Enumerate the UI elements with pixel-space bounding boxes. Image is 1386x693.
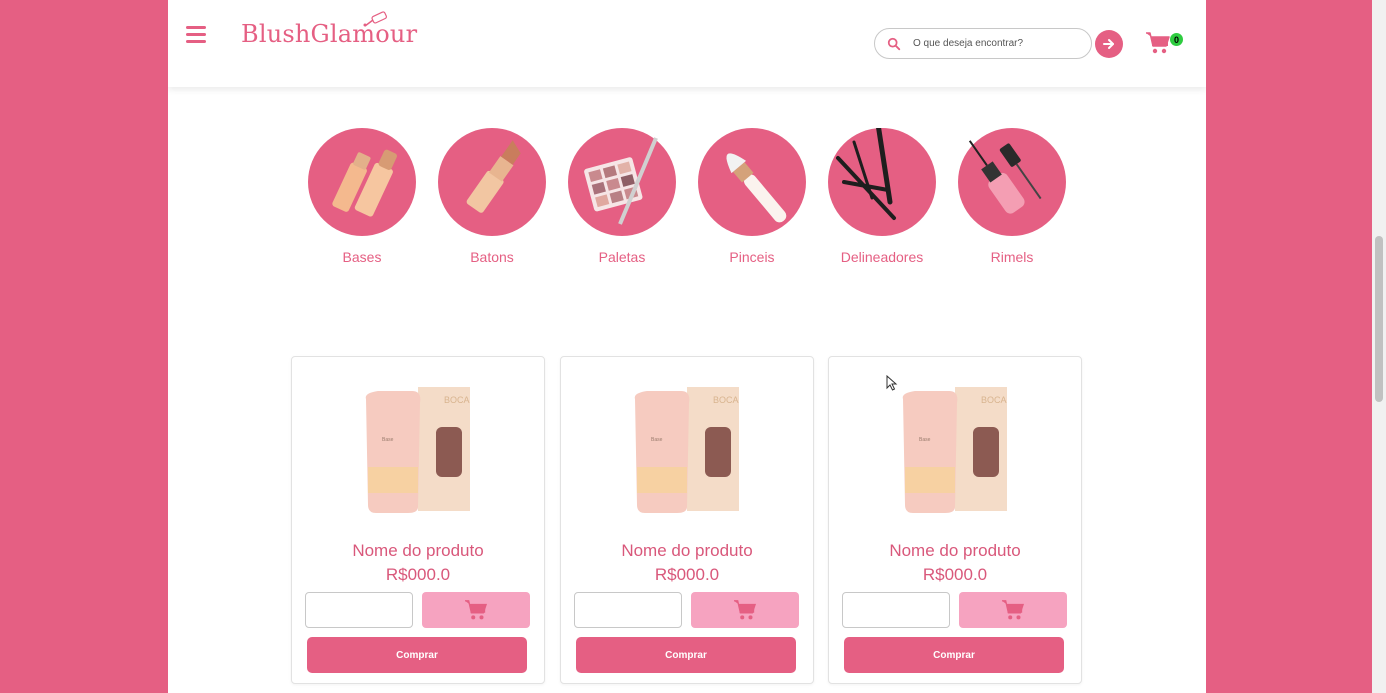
eyeliner-icon: [836, 121, 896, 220]
product-name: Nome do produto: [621, 541, 753, 560]
svg-text:BOCA: BOCA: [713, 395, 739, 405]
product-image: BOCA Base: [902, 387, 1007, 513]
product-name: Nome do produto: [352, 541, 484, 560]
quantity-input[interactable]: [305, 592, 413, 628]
category-rimels[interactable]: Rimels: [958, 128, 1066, 265]
brush-icon: [363, 11, 387, 27]
category-image: [568, 128, 676, 236]
shopping-cart-icon: [1002, 600, 1025, 620]
product-price: R$000.0: [385, 565, 451, 584]
product-image: BOCA Base: [634, 387, 739, 513]
category-paletas[interactable]: Paletas: [568, 128, 676, 265]
svg-text:Base: Base: [919, 437, 931, 443]
category-label: Rimels: [990, 249, 1034, 265]
buy-button[interactable]: Comprar: [576, 637, 796, 673]
scrollbar-thumb[interactable]: [1375, 236, 1383, 402]
palette-icon: [584, 137, 658, 225]
search-input[interactable]: [911, 37, 1085, 50]
category-label: Pinceis: [729, 249, 775, 265]
product-card: BOCA Base Nome do produto R$000.0 Compra…: [560, 356, 814, 684]
buy-button[interactable]: Comprar: [844, 637, 1064, 673]
category-image: [958, 128, 1066, 236]
add-to-cart-button[interactable]: [959, 592, 1067, 628]
category-label: Bases: [342, 249, 382, 265]
add-to-cart-button[interactable]: [422, 592, 530, 628]
search-bar: [874, 28, 1092, 59]
search-icon: [887, 37, 901, 50]
logo[interactable]: BlushGlamour: [241, 11, 417, 48]
quantity-input[interactable]: [574, 592, 682, 628]
category-label: Batons: [470, 249, 514, 265]
page: BlushGlamour 0: [168, 0, 1206, 693]
svg-text:Base: Base: [651, 437, 663, 443]
category-image: [438, 128, 546, 236]
shopping-cart-icon[interactable]: [1145, 31, 1171, 55]
svg-text:BOCA: BOCA: [444, 395, 470, 405]
mouse-cursor-icon: [886, 375, 898, 391]
category-image: [308, 128, 416, 236]
cart-count-badge: 0: [1170, 33, 1183, 46]
category-image: [698, 128, 806, 236]
scrollbar[interactable]: [1372, 0, 1386, 693]
arrow-right-icon: [1103, 39, 1114, 49]
category-image: [828, 121, 936, 236]
add-to-cart-button[interactable]: [691, 592, 799, 628]
category-batons[interactable]: Batons: [438, 128, 546, 265]
category-delineadores[interactable]: Delineadores: [828, 121, 936, 265]
category-label: Paletas: [598, 249, 646, 265]
svg-text:BOCA: BOCA: [981, 395, 1007, 405]
quantity-input[interactable]: [842, 592, 950, 628]
product-price: R$000.0: [654, 565, 720, 584]
hamburger-menu-icon[interactable]: [186, 26, 206, 44]
svg-text:Base: Base: [382, 437, 394, 443]
lipstick-icon: [466, 140, 521, 213]
category-label: Delineadores: [840, 249, 924, 265]
header: BlushGlamour 0: [168, 0, 1206, 87]
product-price: R$000.0: [922, 565, 988, 584]
mascara-icon: [968, 140, 1042, 214]
search-submit-button[interactable]: [1095, 30, 1123, 58]
product-card: BOCA Base Nome do produto R$000.0 Compra…: [291, 356, 545, 684]
shopping-cart-icon: [734, 600, 757, 620]
product-name: Nome do produto: [889, 541, 1021, 560]
shopping-cart-icon: [465, 600, 488, 620]
product-card: BOCA Base Nome do produto R$000.0 Compra…: [828, 356, 1082, 684]
foundation-bottle-icon: [332, 149, 397, 217]
category-pinceis[interactable]: Pinceis: [698, 128, 806, 265]
category-bases[interactable]: Bases: [308, 128, 416, 265]
product-image: BOCA Base: [365, 387, 470, 513]
buy-button[interactable]: Comprar: [307, 637, 527, 673]
brush-icon: [726, 153, 787, 223]
